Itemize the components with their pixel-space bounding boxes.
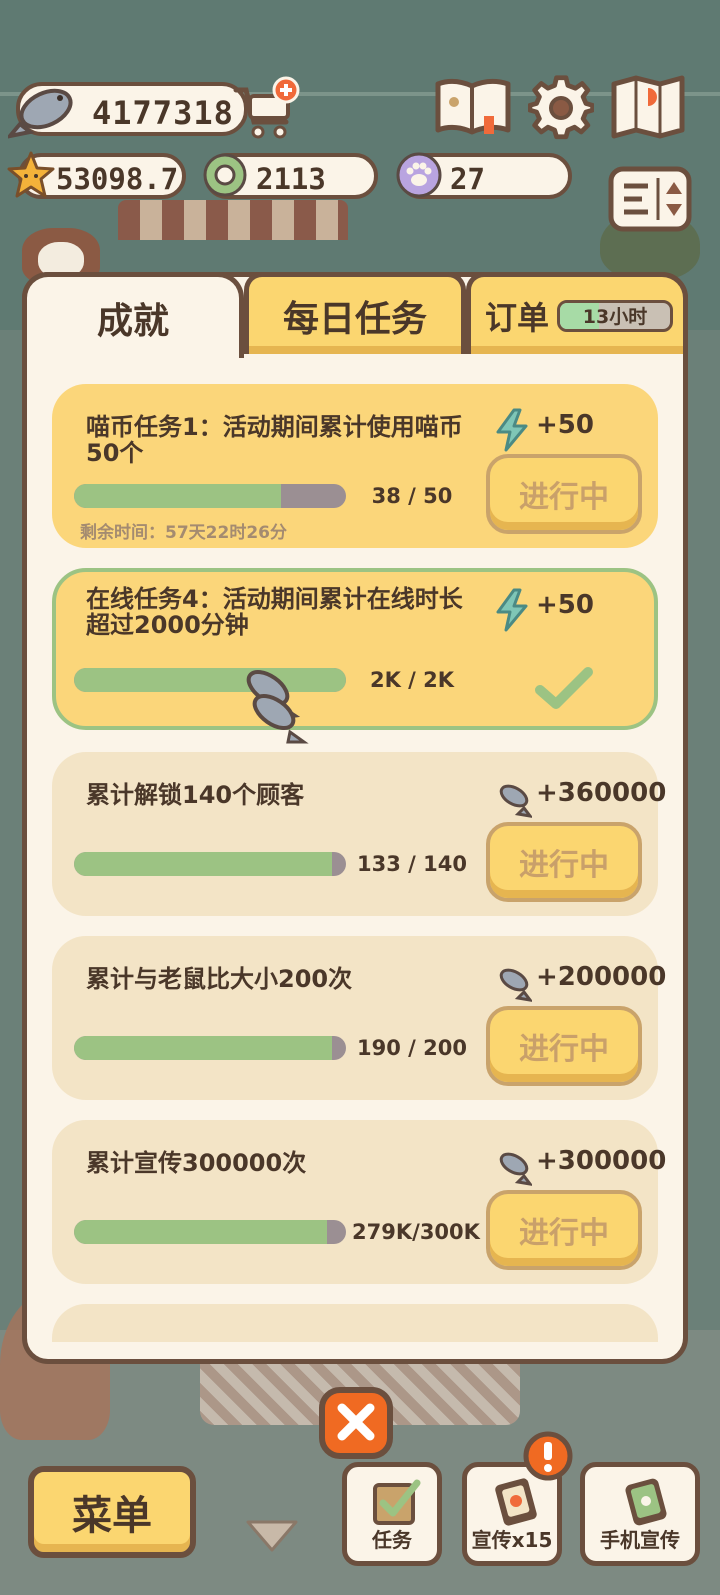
task-status-button[interactable]: 进行中 — [486, 454, 642, 534]
task-status-button[interactable]: 进行中 — [486, 822, 642, 902]
chevron-down-icon[interactable] — [244, 1518, 300, 1554]
phone-icon — [625, 1478, 667, 1526]
paw-icon — [396, 152, 442, 198]
order-timer-text: 13小时 — [582, 306, 648, 328]
lightning-icon — [496, 588, 528, 632]
task-reward: +50 — [536, 590, 594, 620]
alert-badge-icon — [523, 1431, 573, 1481]
task-reward: +300000 — [536, 1146, 667, 1176]
task-progress-bar — [74, 852, 346, 876]
promo-button-label: 宣传x15 — [471, 1528, 553, 1552]
task-progress-fill — [74, 1220, 327, 1244]
checklist-icon — [373, 1479, 421, 1525]
close-button[interactable] — [318, 1386, 394, 1460]
star-icon — [7, 151, 55, 198]
star-currency-value: 53098.7 — [56, 162, 179, 196]
task-button[interactable]: 任务 — [342, 1462, 442, 1566]
task-card: 喵币任务1：活动期间累计使用喵币50个 +50 38 / 50 进行中 剩余时间… — [52, 384, 658, 548]
background-awning — [118, 200, 348, 240]
gear-icon[interactable] — [528, 74, 594, 140]
task-remaining-time: 剩余时间：57天22时26分 — [80, 523, 287, 543]
fish-icon — [499, 968, 532, 1002]
task-title: 累计解锁140个顾客 — [86, 781, 305, 809]
ring-currency-value: 2113 — [256, 162, 326, 196]
fish-currency-value: 4177318 — [92, 94, 234, 132]
fish-icon — [499, 784, 532, 818]
task-status-button[interactable]: 进行中 — [486, 1006, 642, 1086]
task-progress-text: 38 / 50 — [371, 484, 453, 508]
order-timer-badge: 13小时 — [557, 299, 674, 332]
task-progress-fill — [74, 1036, 333, 1060]
task-reward: +360000 — [536, 778, 667, 808]
task-title: 在线任务4：活动期间累计在线时长超过2000分钟 — [86, 585, 463, 639]
menu-button[interactable]: 菜单 — [28, 1466, 196, 1558]
task-title: 喵币任务1：活动期间累计使用喵币50个 — [86, 413, 463, 467]
task-reward: +50 — [536, 410, 594, 440]
task-progress-bar — [74, 1220, 346, 1244]
map-icon[interactable] — [610, 74, 686, 140]
tab-achievements[interactable]: 成就 — [22, 272, 244, 358]
task-progress-text: 190 / 200 — [357, 1036, 467, 1060]
task-progress-bar — [74, 484, 346, 508]
task-reward: +200000 — [536, 962, 667, 992]
tab-orders-label: 订单 — [485, 298, 550, 337]
tab-daily-tasks[interactable]: 每日任务 — [244, 272, 466, 354]
task-title: 累计宣传300000次 — [86, 1149, 307, 1177]
tab-daily-tasks-label: 每日任务 — [282, 298, 427, 340]
checkmark-icon — [535, 667, 593, 709]
task-progress-text: 133 / 140 — [357, 852, 467, 876]
ring-icon — [203, 153, 247, 197]
task-list[interactable]: 喵币任务1：活动期间累计使用喵币50个 +50 38 / 50 进行中 剩余时间… — [50, 370, 670, 1342]
task-progress-fill — [74, 852, 333, 876]
task-card-partial — [52, 1304, 658, 1342]
task-progress-fill — [74, 484, 281, 508]
lightning-icon — [496, 408, 528, 452]
fish-cursor-icon — [246, 670, 309, 744]
task-progress-text: 2K / 2K — [369, 668, 455, 692]
task-card-complete[interactable]: 在线任务4：活动期间累计在线时长超过2000分钟 +50 2K / 2K — [52, 568, 658, 730]
tab-achievements-label: 成就 — [96, 300, 169, 342]
tab-orders[interactable]: 订单 13小时 — [466, 272, 688, 354]
task-progress-text: 279K/300K — [352, 1220, 480, 1244]
task-card: 累计解锁140个顾客 +360000 133 / 140 进行中 — [52, 752, 666, 916]
task-button-label: 任务 — [372, 1528, 412, 1552]
sort-toggle-button[interactable] — [608, 166, 692, 232]
menu-button-label: 菜单 — [72, 1493, 152, 1539]
flyer-icon — [495, 1478, 537, 1526]
task-status-button[interactable]: 进行中 — [486, 1190, 642, 1270]
phone-promo-button[interactable]: 手机宣传 — [580, 1462, 700, 1566]
fish-icon — [499, 1152, 532, 1186]
fish-icon — [8, 88, 73, 139]
task-progress-bar — [74, 1036, 346, 1060]
shop-cart-icon[interactable] — [230, 76, 302, 142]
task-title: 累计与老鼠比大小200次 — [86, 965, 353, 993]
task-card: 累计宣传300000次 +300000 279K/300K 进行中 — [52, 1120, 666, 1284]
paw-currency-value: 27 — [450, 162, 485, 196]
book-icon[interactable] — [434, 76, 512, 138]
phone-promo-button-label: 手机宣传 — [600, 1528, 680, 1552]
task-card: 累计与老鼠比大小200次 +200000 190 / 200 进行中 — [52, 936, 666, 1100]
